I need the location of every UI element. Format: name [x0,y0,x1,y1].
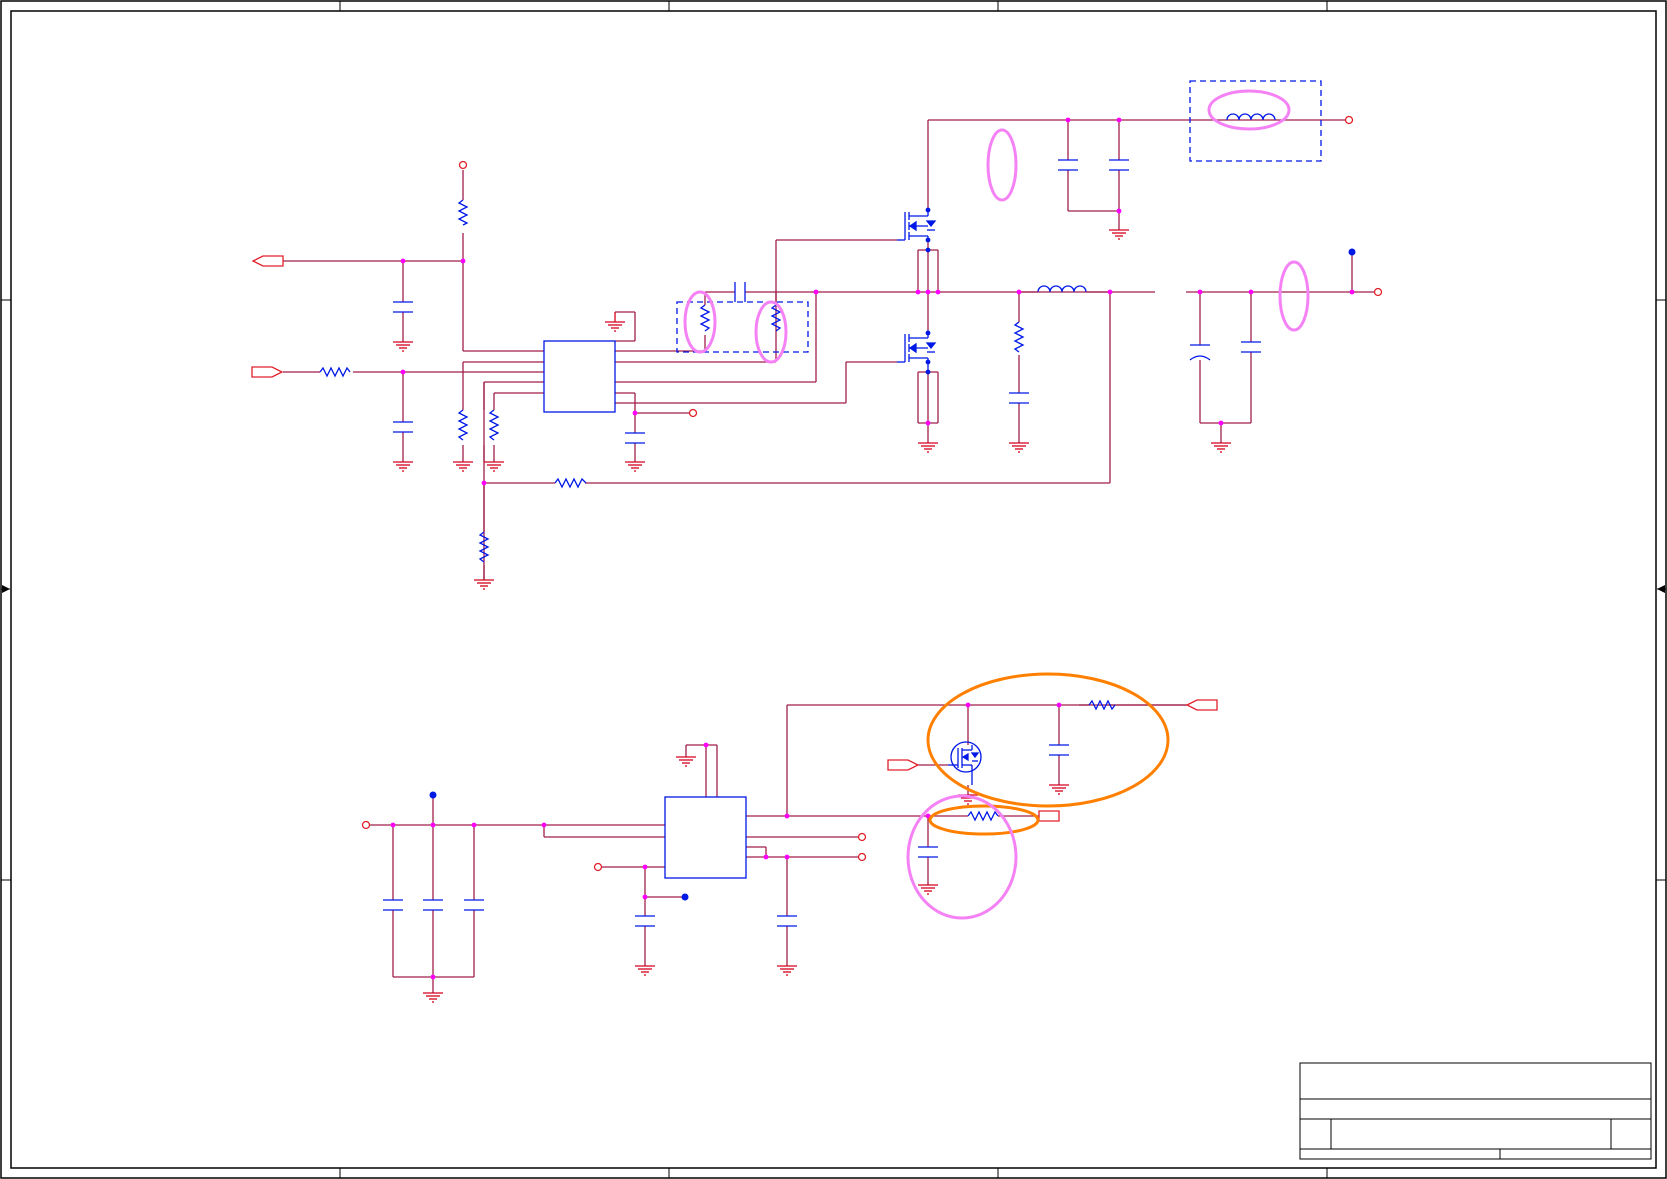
dashed-box-resistors [676,301,809,353]
sheet-frame [0,0,1667,1179]
ic-buck-controller [543,340,616,413]
test-point-enable [681,893,689,901]
inductor [1226,113,1276,121]
resistor [457,409,469,441]
resistor [1013,321,1025,353]
resistor [554,477,587,489]
resistor [967,810,999,822]
vin-terminal-ldo [361,820,371,830]
highlight-ellipse [683,290,717,354]
resistor [488,409,500,441]
mosfet-low-side [897,333,937,372]
ic-ldo-regulator [664,796,747,879]
resistor [319,366,351,378]
highlight-ellipse [1207,89,1291,131]
mosfet-high-side [897,210,937,241]
orange-highlight-ellipse [926,672,1170,808]
highlight-ellipse [754,300,788,364]
highlight-ellipse [986,128,1018,202]
test-terminal [688,408,698,418]
resistor [699,304,711,332]
highlights-bottom [906,672,1170,920]
dashed-regions-top [676,80,1322,353]
test-point-ldo-in [429,791,437,799]
inductor [1037,285,1087,293]
wires-top [283,119,1375,580]
title-block [1299,1062,1652,1160]
ports-bottom [361,699,1218,872]
gate-input-port [887,759,920,771]
ground-symbols-top [393,229,1231,590]
junctions-top [400,117,1355,486]
dashed-box-inductor [1189,80,1322,162]
junctions-bottom [390,702,1062,980]
wires-bottom [370,704,1187,993]
pg-terminal [857,852,867,862]
orange-highlight-ellipse [928,804,1040,836]
vout-terminal [1373,287,1383,297]
input-port-2 [251,366,284,378]
input-port-1 [251,255,284,267]
blue-dots-bottom [429,791,689,901]
enable-terminal [593,862,603,872]
ground-symbols-bottom [423,756,1069,1003]
output-port-right [1185,699,1218,711]
vin-terminal [458,160,468,170]
schematic-canvas [0,0,1667,1179]
output-port-filter [1038,810,1060,822]
test-point-output [1348,248,1356,256]
schematic-sheet [0,0,1667,1179]
highlight-ellipse [1278,260,1310,332]
resistor [457,199,469,226]
vout-terminal-ldo [857,832,867,842]
vin-terminal-top-right [1344,115,1354,125]
